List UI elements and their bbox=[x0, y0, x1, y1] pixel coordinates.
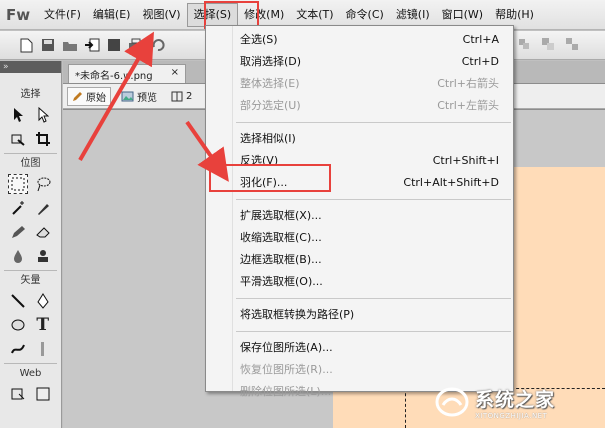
select-menu-item[interactable]: 收缩选取框(C)... bbox=[206, 227, 513, 249]
select-menu-item[interactable]: 扩展选取框(X)... bbox=[206, 205, 513, 227]
select-menu-item[interactable]: 羽化(F)... Ctrl+Alt+Shift+D bbox=[206, 172, 513, 194]
menu-separator bbox=[236, 298, 511, 299]
knife-tool-icon[interactable] bbox=[33, 339, 53, 359]
watermark-url: XITONGZHIJIA.NET bbox=[475, 411, 548, 420]
menu-item-label: 选择相似(I) bbox=[240, 132, 296, 145]
eraser-tool-icon[interactable] bbox=[33, 222, 53, 242]
menu-item-label: 反选(V) bbox=[240, 154, 279, 167]
menu-separator bbox=[236, 199, 511, 200]
menu-item-shortcut: Ctrl+左箭头 bbox=[437, 99, 499, 112]
menu-item-shortcut: Ctrl+右箭头 bbox=[437, 77, 499, 90]
lasso-tool-icon[interactable] bbox=[33, 174, 53, 194]
menu-item-shortcut: Ctrl+D bbox=[461, 55, 499, 68]
menu-item-shortcut: Ctrl+Shift+I bbox=[432, 154, 499, 167]
print-icon[interactable] bbox=[128, 37, 144, 53]
view-preview-label: 预览 bbox=[137, 92, 157, 104]
menu-item-label: 扩展选取框(X)... bbox=[240, 209, 322, 222]
tools-section-vector: 矢量 bbox=[20, 275, 41, 286]
menu-item-label: 恢复位图所选(R)... bbox=[240, 363, 333, 376]
brush-tool-icon[interactable] bbox=[33, 198, 53, 218]
pencil-tool-icon[interactable] bbox=[8, 222, 28, 242]
watermark-logo-icon bbox=[435, 387, 469, 417]
app-logo: Fw bbox=[6, 5, 31, 24]
tools-section-web: Web bbox=[19, 368, 42, 379]
select-menu-item[interactable]: 将选取框转换为路径(P) bbox=[206, 304, 513, 326]
menu-item-label: 取消选择(D) bbox=[240, 55, 302, 68]
view-original-button[interactable]: 原始 bbox=[67, 86, 111, 106]
crop-tool-icon[interactable] bbox=[33, 129, 53, 149]
menu-file[interactable]: 文件(F) bbox=[38, 0, 87, 30]
magic-wand-tool-icon[interactable] bbox=[8, 198, 28, 218]
select-menu-item[interactable]: 反选(V) Ctrl+Shift+I bbox=[206, 150, 513, 172]
tools-panel: » 选择 位图 矢量 T Web bbox=[0, 61, 62, 428]
watermark-text: 系统之家 bbox=[475, 388, 556, 411]
pointer-tool-icon[interactable] bbox=[8, 105, 28, 125]
image-icon bbox=[121, 91, 134, 101]
menu-item-label: 整体选择(E) bbox=[240, 77, 300, 90]
text-tool-icon[interactable]: T bbox=[33, 315, 53, 335]
menu-item-label: 羽化(F)... bbox=[240, 176, 288, 189]
menu-item-label: 边框选取框(B)... bbox=[240, 253, 322, 266]
tools-panel-collapse[interactable]: » bbox=[0, 61, 61, 73]
menu-separator bbox=[236, 331, 511, 332]
menu-item-label: 部分选定(U) bbox=[240, 99, 301, 112]
scale-tool-icon[interactable] bbox=[8, 129, 28, 149]
menu-select[interactable]: 选择(S) bbox=[186, 2, 239, 27]
align-icon[interactable] bbox=[516, 36, 532, 52]
rubber-stamp-tool-icon[interactable] bbox=[33, 246, 53, 266]
slice-tool-icon[interactable] bbox=[33, 384, 53, 404]
menu-item-label: 删除位图所选(L)... bbox=[240, 385, 332, 398]
undo-icon[interactable] bbox=[150, 37, 166, 53]
select-menu-item[interactable]: 选择相似(I) bbox=[206, 128, 513, 150]
menu-item-label: 收缩选取框(C)... bbox=[240, 231, 322, 244]
select-menu-item: 整体选择(E) Ctrl+右箭头 bbox=[206, 73, 513, 95]
hotspot-tool-icon[interactable] bbox=[8, 384, 28, 404]
menu-view[interactable]: 视图(V) bbox=[136, 0, 186, 30]
select-menu-item[interactable]: 保存位图所选(A)... bbox=[206, 337, 513, 359]
menu-item-shortcut: Ctrl+Alt+Shift+D bbox=[403, 176, 499, 189]
select-menu-item[interactable]: 边框选取框(B)... bbox=[206, 249, 513, 271]
view-2up-label: 2 bbox=[186, 90, 193, 102]
menu-edit[interactable]: 编辑(E) bbox=[87, 0, 137, 30]
import-icon[interactable] bbox=[84, 37, 100, 53]
open-folder-icon[interactable] bbox=[62, 37, 78, 53]
document-tab-title: *未命名-6.w.png bbox=[75, 71, 153, 82]
pen-tool-icon[interactable] bbox=[33, 291, 53, 311]
save-icon[interactable] bbox=[40, 37, 56, 53]
blur-tool-icon[interactable] bbox=[8, 246, 28, 266]
menu-item-shortcut: Ctrl+A bbox=[462, 33, 499, 46]
menu-item-label: 将选取框转换为路径(P) bbox=[240, 308, 355, 321]
menu-separator bbox=[236, 122, 511, 123]
menu-item-label: 保存位图所选(A)... bbox=[240, 341, 333, 354]
new-file-icon[interactable] bbox=[18, 37, 34, 53]
menu-item-label: 全选(S) bbox=[240, 33, 278, 46]
line-tool-icon[interactable] bbox=[8, 291, 28, 311]
watermark: 系统之家 XITONGZHIJIA.NET bbox=[435, 380, 600, 424]
pencil-icon bbox=[73, 91, 82, 101]
view-original-label: 原始 bbox=[86, 92, 106, 104]
ungroup-icon[interactable] bbox=[564, 36, 580, 52]
group-icon[interactable] bbox=[540, 36, 556, 52]
freeform-tool-icon[interactable] bbox=[8, 339, 28, 359]
document-tab[interactable]: *未命名-6.w.png × bbox=[68, 64, 186, 83]
split-view-icon bbox=[171, 91, 183, 101]
select-menu-item: 部分选定(U) Ctrl+左箭头 bbox=[206, 95, 513, 117]
tools-section-bitmap: 位图 bbox=[20, 158, 41, 169]
select-menu-item[interactable]: 取消选择(D) Ctrl+D bbox=[206, 51, 513, 73]
toolbar-align-group bbox=[516, 36, 580, 52]
select-menu-item: 恢复位图所选(R)... bbox=[206, 359, 513, 381]
export-icon[interactable] bbox=[106, 37, 122, 53]
menu-item-label: 平滑选取框(O)... bbox=[240, 275, 323, 288]
view-preview-button[interactable]: 预览 bbox=[117, 87, 161, 106]
ellipse-tool-icon[interactable] bbox=[8, 315, 28, 335]
document-tab-close[interactable]: × bbox=[171, 67, 179, 81]
select-menu-item[interactable]: 平滑选取框(O)... bbox=[206, 271, 513, 293]
view-2up-button[interactable]: 2 bbox=[167, 87, 196, 106]
tools-section-select: 选择 bbox=[20, 89, 41, 100]
select-menu-item[interactable]: 全选(S) Ctrl+A bbox=[206, 29, 513, 51]
subselection-tool-icon[interactable] bbox=[33, 105, 53, 125]
marquee-tool-icon[interactable] bbox=[8, 174, 29, 194]
select-menu-dropdown: 全选(S) Ctrl+A 取消选择(D) Ctrl+D 整体选择(E) Ctrl+右箭头部… bbox=[205, 25, 514, 398]
